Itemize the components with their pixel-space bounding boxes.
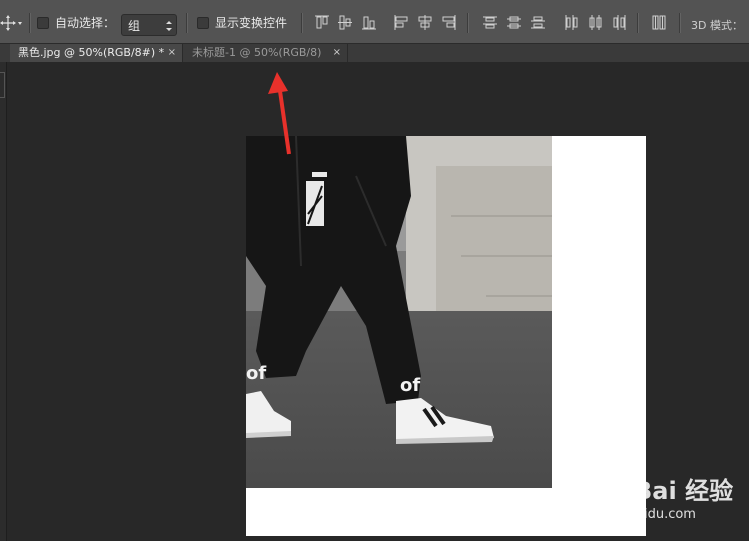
tab-label: 黑色.jpg @ 50%(RGB/8#) * <box>18 46 165 59</box>
distribute-left-icon[interactable] <box>563 14 579 31</box>
align-vcenter-icon[interactable] <box>337 14 353 31</box>
auto-align-icon[interactable] <box>651 14 667 31</box>
distribute-hcenter-icon[interactable] <box>587 14 603 31</box>
toolbar-separator <box>637 13 638 33</box>
updown-arrow-icon <box>165 18 173 32</box>
toolbar-separator <box>29 13 30 33</box>
3d-mode-label: 3D 模式： <box>691 19 743 32</box>
align-left-icon[interactable] <box>393 14 409 31</box>
distribute-bottom-icon[interactable] <box>530 14 546 31</box>
align-top-icon[interactable] <box>314 14 330 31</box>
tab-black-jpg[interactable]: 黑色.jpg @ 50%(RGB/8#) * × <box>10 44 183 62</box>
annotation-arrow-icon <box>262 70 302 160</box>
distribute-right-icon[interactable] <box>611 14 627 31</box>
move-tool-icon[interactable] <box>0 14 28 32</box>
svg-text:of: of <box>246 363 266 384</box>
close-icon[interactable]: × <box>333 44 341 62</box>
paw-logo-icon <box>585 468 622 503</box>
svg-text:of: of <box>400 375 420 396</box>
watermark-url: jingyan.baidu.com <box>576 507 696 522</box>
align-hcenter-icon[interactable] <box>417 14 433 31</box>
auto-select-dropdown[interactable]: 组 <box>121 14 177 36</box>
options-bar: 自动选择： 组 显示变换控件 3D 模式： <box>0 0 749 44</box>
toolbar-separator <box>301 13 302 33</box>
distribute-vcenter-icon[interactable] <box>506 14 522 31</box>
tab-label: 未标题-1 @ 50%(RGB/8) <box>192 46 322 59</box>
document-tab-strip: 黑色.jpg @ 50%(RGB/8#) * × 未标题-1 @ 50%(RGB… <box>0 44 749 62</box>
auto-select-checkbox[interactable] <box>37 17 49 29</box>
auto-select-label: 自动选择： <box>55 16 116 30</box>
toolbar-separator <box>467 13 468 33</box>
watermark-text: Bai 经验 <box>634 477 734 505</box>
distribute-top-icon[interactable] <box>482 14 498 31</box>
tools-panel-edge[interactable] <box>0 62 7 541</box>
auto-select-value: 组 <box>128 19 141 33</box>
show-transform-checkbox[interactable] <box>197 17 209 29</box>
toolbar-separator <box>186 13 187 33</box>
show-transform-label: 显示变换控件 <box>215 16 288 30</box>
align-bottom-icon[interactable] <box>361 14 377 31</box>
placed-photo-layer[interactable]: of of <box>246 136 552 488</box>
toolbar-separator <box>679 13 680 33</box>
align-right-icon[interactable] <box>441 14 457 31</box>
close-icon[interactable]: × <box>168 44 176 62</box>
tab-untitled-1[interactable]: 未标题-1 @ 50%(RGB/8) × <box>184 44 348 62</box>
baidu-watermark: Bai 经验 jingyan.baidu.com <box>574 465 744 525</box>
